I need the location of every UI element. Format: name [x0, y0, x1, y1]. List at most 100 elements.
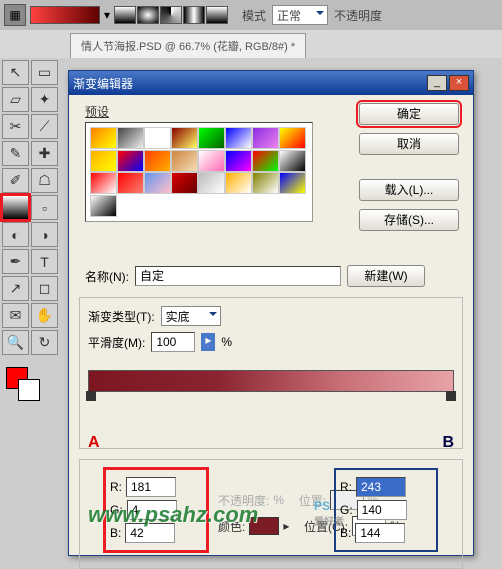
- preset-swatch[interactable]: [225, 150, 252, 172]
- preset-swatch[interactable]: [144, 172, 171, 194]
- tool-indicator: ▦: [4, 4, 26, 26]
- arrow-icon[interactable]: ▸: [283, 519, 289, 533]
- save-button[interactable]: 存储(S)...: [359, 209, 459, 231]
- options-bar: ▦ ▾ 模式 正常 不透明度: [0, 0, 502, 30]
- color-swatch[interactable]: [249, 517, 279, 535]
- preset-swatch[interactable]: [90, 172, 117, 194]
- cancel-button[interactable]: 取消: [359, 133, 459, 155]
- preset-swatch[interactable]: [171, 127, 198, 149]
- preset-swatch[interactable]: [171, 172, 198, 194]
- new-button[interactable]: 新建(W): [347, 265, 425, 287]
- minimize-icon[interactable]: _: [427, 75, 447, 91]
- b-label: B:: [340, 526, 351, 540]
- g-label: G:: [110, 503, 123, 517]
- name-label: 名称(N):: [85, 268, 129, 285]
- document-tab[interactable]: 情人节海报.PSD @ 66.7% (花瓣, RGB/8#) *: [70, 33, 306, 58]
- preset-swatch[interactable]: [225, 127, 252, 149]
- type-tool-icon[interactable]: T: [31, 249, 58, 274]
- preset-swatch[interactable]: [117, 150, 144, 172]
- preset-swatch[interactable]: [144, 150, 171, 172]
- linear-gradient-icon[interactable]: [114, 6, 136, 24]
- move-tool-icon[interactable]: ↖: [2, 60, 29, 85]
- color-label: 颜色:: [218, 518, 245, 535]
- preset-swatch[interactable]: [198, 172, 225, 194]
- preset-swatch[interactable]: [117, 172, 144, 194]
- load-button[interactable]: 载入(L)...: [359, 179, 459, 201]
- lasso-tool-icon[interactable]: ▱: [2, 87, 29, 112]
- preset-swatch[interactable]: [279, 150, 306, 172]
- stops-detail-group: R:181 G:4 B:42 不透明度:% 位置:% 颜色:▸ 位置(C):% …: [79, 459, 463, 569]
- preset-swatch[interactable]: [279, 127, 306, 149]
- preset-swatch[interactable]: [279, 172, 306, 194]
- close-icon[interactable]: ×: [449, 75, 469, 91]
- r-input-b[interactable]: 243: [356, 477, 406, 497]
- dialog-title: 渐变编辑器: [73, 75, 133, 92]
- dialog-titlebar[interactable]: 渐变编辑器 _ ×: [69, 71, 473, 95]
- r-label: R:: [340, 480, 352, 494]
- g-label: G:: [340, 503, 353, 517]
- wand-tool-icon[interactable]: ✦: [31, 87, 58, 112]
- g-input-a[interactable]: 4: [127, 500, 177, 520]
- pen-tool-icon[interactable]: ✒: [2, 249, 29, 274]
- eyedropper-tool-icon[interactable]: ✎: [2, 141, 29, 166]
- angle-gradient-icon[interactable]: [160, 6, 182, 24]
- preset-swatch[interactable]: [225, 172, 252, 194]
- presets-grid[interactable]: [85, 122, 313, 222]
- marker-a-label: A: [88, 434, 100, 452]
- preset-swatch[interactable]: [252, 150, 279, 172]
- gradient-swatch[interactable]: [30, 6, 100, 24]
- presets-label: 预设: [85, 103, 323, 120]
- b-input-a[interactable]: 42: [125, 523, 175, 543]
- dropdown-icon[interactable]: ▾: [104, 8, 110, 22]
- color-stop-a[interactable]: [86, 391, 96, 401]
- b-input-b[interactable]: 144: [355, 523, 405, 543]
- gradient-type-select[interactable]: 实底: [161, 306, 221, 326]
- radial-gradient-icon[interactable]: [137, 6, 159, 24]
- r-input-a[interactable]: 181: [126, 477, 176, 497]
- healing-tool-icon[interactable]: ✚: [31, 141, 58, 166]
- g-input-b[interactable]: 140: [357, 500, 407, 520]
- reflected-gradient-icon[interactable]: [183, 6, 205, 24]
- blend-mode-select[interactable]: 正常: [272, 5, 328, 25]
- hand-tool-icon[interactable]: ✋: [31, 303, 58, 328]
- rgb-group-b: R: 243 G: 140 B: 144: [336, 470, 436, 550]
- arrow-right-icon[interactable]: ▸: [201, 333, 215, 351]
- preset-swatch[interactable]: [90, 195, 117, 217]
- preset-swatch[interactable]: [90, 127, 117, 149]
- preset-swatch[interactable]: [117, 127, 144, 149]
- marquee-tool-icon[interactable]: ▭: [31, 60, 58, 85]
- preset-swatch[interactable]: [144, 127, 171, 149]
- brush-tool-icon[interactable]: ✐: [2, 168, 29, 193]
- smoothness-input[interactable]: 100: [151, 332, 195, 352]
- eraser-tool-icon[interactable]: ▫: [31, 195, 58, 220]
- zoom-tool-icon[interactable]: 🔍: [2, 330, 29, 355]
- preset-swatch[interactable]: [171, 150, 198, 172]
- tool-panel: ↖ ▭ ▱ ✦ ✂ ⟋ ✎ ✚ ✐ ☖ ▫ ◐ ◑ ✒ T ↗ ◻ ✉ ✋ 🔍 …: [0, 58, 62, 403]
- preset-swatch[interactable]: [252, 127, 279, 149]
- mode-label: 模式: [242, 7, 266, 24]
- ok-button[interactable]: 确定: [359, 103, 459, 125]
- preset-swatch[interactable]: [252, 172, 279, 194]
- opacity-label: 不透明度: [334, 7, 382, 24]
- shape-tool-icon[interactable]: ◻: [31, 276, 58, 301]
- preset-swatch[interactable]: [198, 127, 225, 149]
- r-label: R:: [110, 480, 122, 494]
- name-input[interactable]: 自定: [135, 266, 341, 286]
- stamp-tool-icon[interactable]: ☖: [31, 168, 58, 193]
- stop-opacity-label: 不透明度:: [218, 492, 269, 509]
- color-stop-b[interactable]: [446, 391, 456, 401]
- rotate-tool-icon[interactable]: ↻: [31, 330, 58, 355]
- gradient-tool-icon[interactable]: [2, 195, 29, 220]
- marker-b-label: B: [442, 434, 454, 452]
- diamond-gradient-icon[interactable]: [206, 6, 228, 24]
- notes-tool-icon[interactable]: ✉: [2, 303, 29, 328]
- gradient-bar[interactable]: [88, 370, 454, 392]
- crop-tool-icon[interactable]: ✂: [2, 114, 29, 139]
- background-color[interactable]: [18, 379, 40, 401]
- preset-swatch[interactable]: [90, 150, 117, 172]
- slice-tool-icon[interactable]: ⟋: [31, 114, 58, 139]
- dodge-tool-icon[interactable]: ◑: [31, 222, 58, 247]
- blur-tool-icon[interactable]: ◐: [2, 222, 29, 247]
- preset-swatch[interactable]: [198, 150, 225, 172]
- path-tool-icon[interactable]: ↗: [2, 276, 29, 301]
